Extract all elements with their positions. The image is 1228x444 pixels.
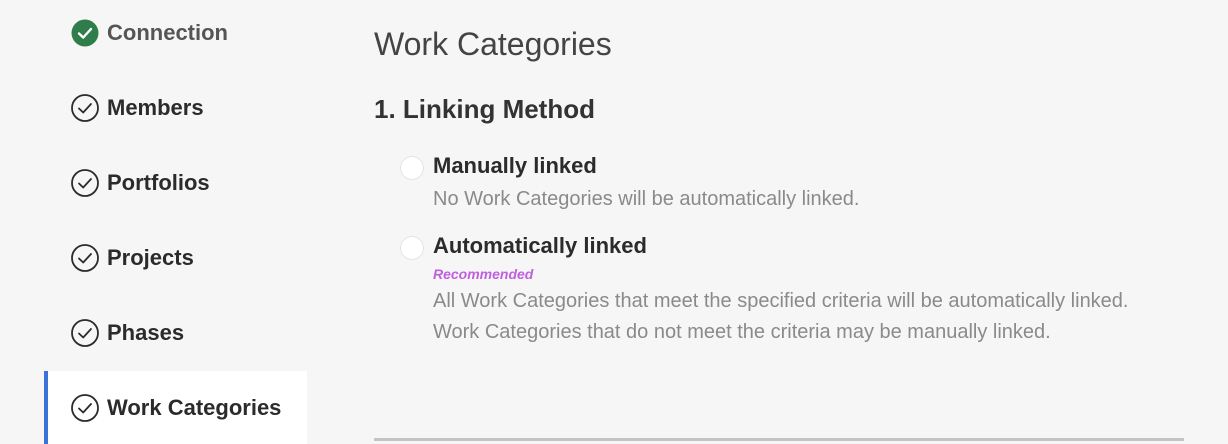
check-circle-outline-icon: [71, 394, 99, 422]
option-automatically-linked[interactable]: Automatically linked Recommended All Wor…: [400, 230, 1160, 380]
step-label-connection: Connection: [107, 20, 228, 45]
recommended-badge: Recommended: [433, 266, 534, 282]
step-work-categories[interactable]: Work Categories: [44, 371, 307, 444]
option-label: Automatically linked: [433, 233, 647, 258]
radio-manually-linked[interactable]: [400, 156, 424, 180]
step-label-projects: Projects: [107, 245, 194, 270]
step-members[interactable]: Members: [44, 71, 307, 145]
check-circle-outline-icon: [71, 244, 99, 272]
step-projects[interactable]: Projects: [44, 221, 307, 295]
step-label-work-categories: Work Categories: [107, 395, 282, 420]
step-content: Work Categories 1. Linking Method Manual…: [374, 0, 1184, 444]
page-title: Work Categories: [374, 26, 612, 62]
step-label-phases: Phases: [107, 320, 185, 345]
section-title: 1. Linking Method: [374, 94, 595, 124]
option-description: No Work Categories will be automatically…: [433, 188, 860, 210]
check-circle-outline-icon: [71, 169, 99, 197]
step-label-portfolios: Portfolios: [107, 170, 210, 195]
step-phases[interactable]: Phases: [44, 296, 307, 370]
check-circle-outline-icon: [71, 94, 99, 122]
option-manually-linked[interactable]: Manually linked No Work Categories will …: [400, 150, 1160, 214]
radio-automatically-linked[interactable]: [400, 236, 424, 260]
check-circle-filled-icon: [71, 19, 99, 47]
step-portfolios[interactable]: Portfolios: [44, 146, 307, 220]
step-connection[interactable]: Connection: [44, 0, 307, 70]
section-divider: [374, 438, 1184, 441]
option-label: Manually linked: [433, 153, 597, 178]
integration-setup-page: Connection Members Portfolios Projects P…: [0, 0, 1228, 444]
check-circle-outline-icon: [71, 319, 99, 347]
option-description: All Work Categories that meet the specif…: [433, 290, 1129, 343]
setup-steps-sidebar: Connection Members Portfolios Projects P…: [0, 0, 308, 444]
step-label-members: Members: [107, 95, 204, 120]
